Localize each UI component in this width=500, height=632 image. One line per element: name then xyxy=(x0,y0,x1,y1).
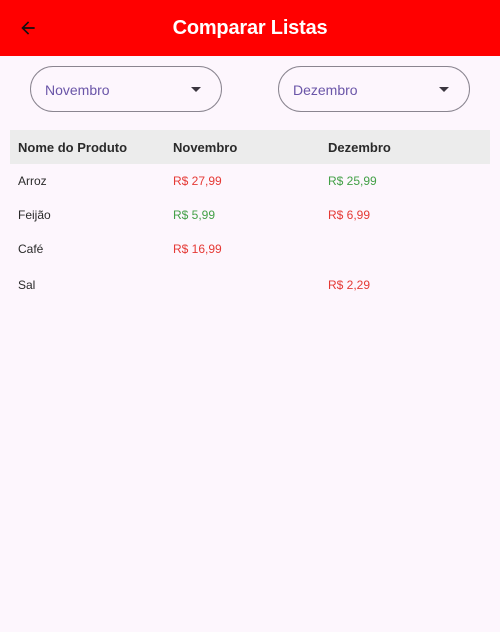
second-month-price: R$ 6,99 xyxy=(328,207,371,222)
product-name: Café xyxy=(18,242,44,256)
first-month-price: R$ 5,99 xyxy=(173,207,216,222)
table-row: Café R$ 16,99 xyxy=(10,231,490,267)
table-row: Arroz R$ 27,99 R$ 25,99 xyxy=(10,164,490,198)
first-month-price: R$ 16,99 xyxy=(173,242,222,256)
table-row: Feijão R$ 5,99 R$ 6,99 xyxy=(10,198,490,231)
chevron-down-icon xyxy=(191,87,201,92)
product-name: Arroz xyxy=(18,174,47,188)
product-name: Sal xyxy=(18,278,36,292)
first-month-value: Novembro xyxy=(45,82,110,98)
header-product: Nome do Produto xyxy=(18,139,128,155)
product-name: Feijão xyxy=(18,207,51,222)
app-bar: Comparar Listas xyxy=(0,0,500,56)
arrow-left-icon xyxy=(21,21,35,35)
second-month-dropdown[interactable]: Dezembro xyxy=(278,66,470,112)
comparison-table: Nome do Produto Novembro Dezembro Arroz … xyxy=(10,130,490,303)
first-month-dropdown[interactable]: Novembro xyxy=(30,66,222,112)
second-month-value: Dezembro xyxy=(293,82,358,98)
page-title: Comparar Listas xyxy=(172,16,328,39)
header-first-month: Novembro xyxy=(173,139,238,155)
table-header: Nome do Produto Novembro Dezembro xyxy=(10,130,490,164)
second-month-price: R$ 2,29 xyxy=(328,278,371,292)
header-second-month: Dezembro xyxy=(328,139,391,155)
chevron-down-icon xyxy=(439,87,449,92)
first-month-price: R$ 27,99 xyxy=(173,174,222,188)
back-button[interactable] xyxy=(12,12,44,44)
second-month-price: R$ 25,99 xyxy=(328,174,377,188)
table-row: Sal R$ 2,29 xyxy=(10,267,490,303)
